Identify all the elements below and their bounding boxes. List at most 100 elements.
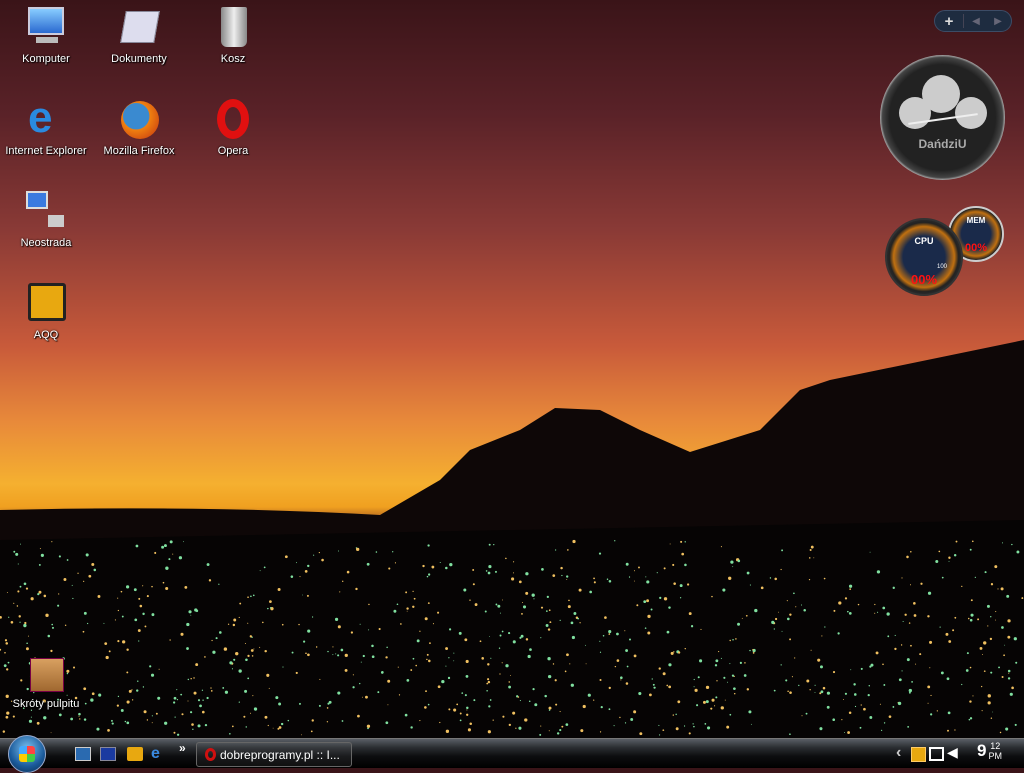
- city-light: [51, 541, 53, 543]
- city-light: [675, 713, 677, 716]
- city-light: [556, 732, 560, 735]
- desktop-icon[interactable]: Opera: [187, 97, 279, 157]
- ie-quicklaunch-icon[interactable]: e: [151, 746, 167, 762]
- city-light: [688, 612, 692, 616]
- city-light: [995, 611, 997, 613]
- city-light: [723, 676, 726, 679]
- city-light: [961, 683, 963, 686]
- city-light: [525, 591, 529, 595]
- city-light: [990, 717, 993, 719]
- start-button[interactable]: [8, 735, 46, 773]
- quicklaunch-more[interactable]: »: [179, 741, 186, 755]
- clock-gadget[interactable]: DańdziU: [880, 55, 1005, 180]
- city-light: [599, 640, 601, 642]
- city-light: [91, 562, 95, 566]
- city-light: [508, 632, 511, 635]
- city-light: [173, 696, 177, 700]
- city-light: [568, 599, 570, 602]
- city-light: [668, 606, 671, 609]
- city-light: [785, 679, 788, 682]
- city-light: [908, 622, 911, 624]
- aqq-quicklaunch-icon[interactable]: [127, 747, 143, 761]
- city-light: [489, 636, 490, 637]
- city-light: [8, 616, 10, 618]
- city-light: [356, 547, 360, 552]
- city-light: [781, 630, 783, 632]
- city-light: [613, 725, 615, 727]
- city-light: [23, 582, 27, 586]
- city-light: [117, 609, 119, 612]
- show-desktop-icon[interactable]: [75, 747, 91, 761]
- city-light: [275, 696, 279, 700]
- next-icon[interactable]: ▶: [988, 16, 1008, 27]
- city-light: [426, 653, 429, 656]
- cpu-gauge[interactable]: CPU 100 00%: [885, 218, 963, 296]
- city-light: [1013, 637, 1017, 641]
- city-light: [139, 604, 143, 608]
- city-light: [561, 574, 563, 577]
- city-light: [658, 734, 661, 736]
- desktop-icon[interactable]: Neostrada: [0, 189, 92, 249]
- city-light: [18, 615, 21, 618]
- desktop-icon[interactable]: e Internet Explorer: [0, 96, 92, 158]
- city-light: [787, 690, 789, 692]
- city-light: [911, 681, 913, 683]
- city-light: [952, 629, 955, 632]
- city-light: [502, 715, 505, 718]
- city-light: [948, 640, 952, 643]
- city-light: [693, 725, 695, 728]
- desktop-icon[interactable]: Komputer: [0, 5, 92, 65]
- city-light: [1015, 661, 1018, 664]
- city-light: [663, 567, 666, 570]
- city-light: [186, 647, 189, 650]
- city-light: [927, 702, 929, 704]
- desktop-icon[interactable]: AQQ: [0, 281, 92, 341]
- clock[interactable]: 9 12 PM: [977, 741, 1002, 761]
- city-light: [245, 726, 247, 728]
- city-light: [116, 704, 119, 707]
- city-light: [979, 646, 983, 650]
- add-gadget-button[interactable]: +: [935, 13, 963, 30]
- city-light: [608, 630, 612, 634]
- city-light: [131, 689, 133, 691]
- city-light: [668, 663, 672, 667]
- desktop-icon[interactable]: Mozilla Firefox: [93, 97, 185, 157]
- desktop-icon[interactable]: Dokumenty: [93, 5, 185, 65]
- city-light: [206, 696, 209, 700]
- city-light: [793, 592, 795, 595]
- city-light: [501, 662, 503, 664]
- city-light: [97, 595, 101, 598]
- city-light: [580, 729, 584, 733]
- city-light: [465, 659, 469, 664]
- city-light: [983, 670, 986, 673]
- city-light: [710, 707, 713, 710]
- city-light: [479, 640, 482, 643]
- city-light: [954, 729, 956, 731]
- city-light: [941, 576, 944, 579]
- city-light: [626, 665, 629, 668]
- city-light: [340, 648, 344, 652]
- city-light: [135, 544, 139, 548]
- switch-windows-icon[interactable]: [100, 747, 116, 761]
- network-tray-icon[interactable]: [929, 747, 944, 761]
- prev-icon[interactable]: ◀: [964, 16, 988, 27]
- city-light: [313, 554, 315, 556]
- city-light: [169, 639, 171, 641]
- desktop-icon[interactable]: Kosz: [187, 5, 279, 65]
- city-light: [567, 605, 571, 609]
- city-light: [677, 700, 681, 704]
- city-light: [487, 678, 490, 681]
- aqq-tray-icon[interactable]: [911, 747, 926, 762]
- city-light: [992, 711, 994, 713]
- city-light: [940, 671, 944, 675]
- city-light: [78, 715, 80, 717]
- taskbar-button-opera[interactable]: dobreprogramy.pl :: I...: [196, 742, 352, 767]
- volume-icon[interactable]: ◀: [947, 744, 958, 761]
- city-light: [927, 591, 932, 595]
- desktop-icon[interactable]: Skróty pulpitu: [0, 650, 92, 710]
- city-light: [700, 628, 702, 630]
- tray-expand-button[interactable]: ‹: [896, 744, 901, 762]
- city-light: [794, 657, 796, 659]
- city-light: [968, 718, 971, 721]
- city-light: [337, 654, 340, 657]
